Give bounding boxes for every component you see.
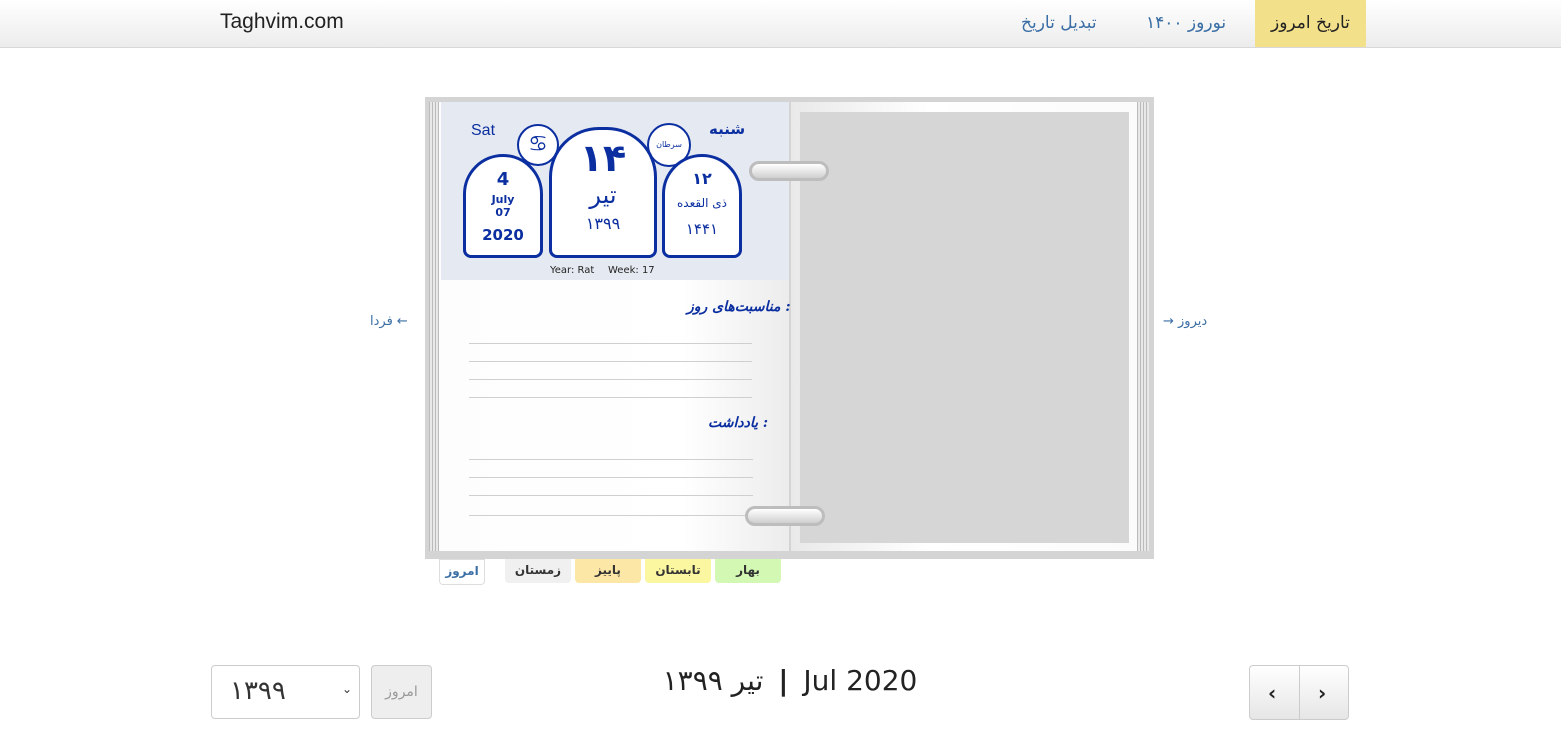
chevron-left-icon: ‹: [1268, 681, 1277, 705]
month-title: تیر ۱۳۹۹ | Jul 2020: [640, 664, 940, 697]
title-separator: |: [778, 664, 789, 697]
month-title-en: Jul 2020: [803, 664, 918, 697]
nav-today-date[interactable]: تاریخ امروز: [1255, 0, 1366, 47]
tab-summer[interactable]: تابستان: [645, 559, 711, 583]
weekday-persian: شنبه: [709, 120, 746, 138]
binder-ring-top: [749, 161, 829, 181]
nav-date-converter[interactable]: تبدیل تاریخ: [1021, 0, 1097, 47]
gregorian-month-number: 07: [495, 206, 511, 219]
nav-nowruz[interactable]: نوروز ۱۴۰۰: [1146, 0, 1226, 47]
week-number: Week: 17: [608, 265, 655, 276]
gregorian-month: July: [491, 193, 515, 206]
tomorrow-link[interactable]: فردا ←: [370, 314, 408, 329]
hijri-month: ذی القعده: [677, 196, 727, 210]
date-header-panel: Sat شنبه ♋ سرطان 4 July 07 2020 ۱۴ تیر ۱…: [441, 102, 789, 280]
persian-day: ۱۴: [579, 136, 627, 180]
chevron-right-icon: ›: [1318, 681, 1327, 705]
occasions-label: مناسبت‌های روز :: [687, 299, 791, 315]
persian-date-card: ۱۴ تیر ۱۳۹۹: [549, 127, 657, 258]
next-month-button[interactable]: ›: [1299, 665, 1349, 720]
hijri-date-card: ۱۲ ذی القعده ۱۴۴۱: [662, 154, 742, 258]
prev-month-button[interactable]: ‹: [1249, 665, 1300, 720]
chevron-down-icon: ⌄: [342, 682, 353, 696]
persian-year: ۱۳۹۹: [585, 214, 621, 233]
calendar-page-right-content: [800, 112, 1129, 543]
year-select-value: ۱۳۹۹: [230, 676, 286, 706]
site-brand[interactable]: Taghvim.com: [220, 10, 344, 34]
hijri-day: ۱۲: [692, 169, 712, 188]
tab-winter[interactable]: زمستان: [505, 559, 571, 583]
note-line: [469, 397, 752, 398]
year-animal: Year: Rat: [550, 265, 595, 276]
year-select[interactable]: ۱۳۹۹ ⌄: [211, 665, 360, 719]
month-title-fa: تیر ۱۳۹۹: [662, 664, 764, 697]
notes-label: یادداشت :: [708, 415, 769, 431]
zodiac-label: سرطان: [656, 140, 682, 149]
note-line: [469, 515, 753, 516]
weekday-english: Sat: [471, 122, 496, 139]
tab-today[interactable]: امروز: [439, 559, 485, 585]
note-line: [469, 379, 752, 380]
tab-autumn[interactable]: پاییز: [575, 559, 641, 583]
note-line: [469, 361, 752, 362]
page-edges-left: [429, 102, 439, 551]
tab-spring[interactable]: بهار: [715, 559, 781, 583]
persian-month: تیر: [589, 181, 617, 209]
gregorian-date-card: 4 July 07 2020: [463, 154, 543, 258]
today-button[interactable]: امروز: [371, 665, 432, 719]
note-line: [469, 459, 753, 460]
binder-ring-bottom: [745, 506, 825, 526]
note-line: [469, 343, 752, 344]
top-navbar: Taghvim.com تبدیل تاریخ نوروز ۱۴۰۰ تاریخ…: [0, 0, 1561, 48]
note-line: [469, 477, 753, 478]
note-line: [469, 495, 753, 496]
yesterday-link[interactable]: → دیروز: [1163, 314, 1207, 329]
hijri-year: ۱۴۴۱: [685, 220, 719, 238]
gregorian-year: 2020: [482, 226, 524, 244]
page-edges-right: [1137, 102, 1149, 551]
gregorian-day: 4: [496, 169, 510, 190]
calendar-book: Sat شنبه ♋ سرطان 4 July 07 2020 ۱۴ تیر ۱…: [425, 97, 1154, 559]
